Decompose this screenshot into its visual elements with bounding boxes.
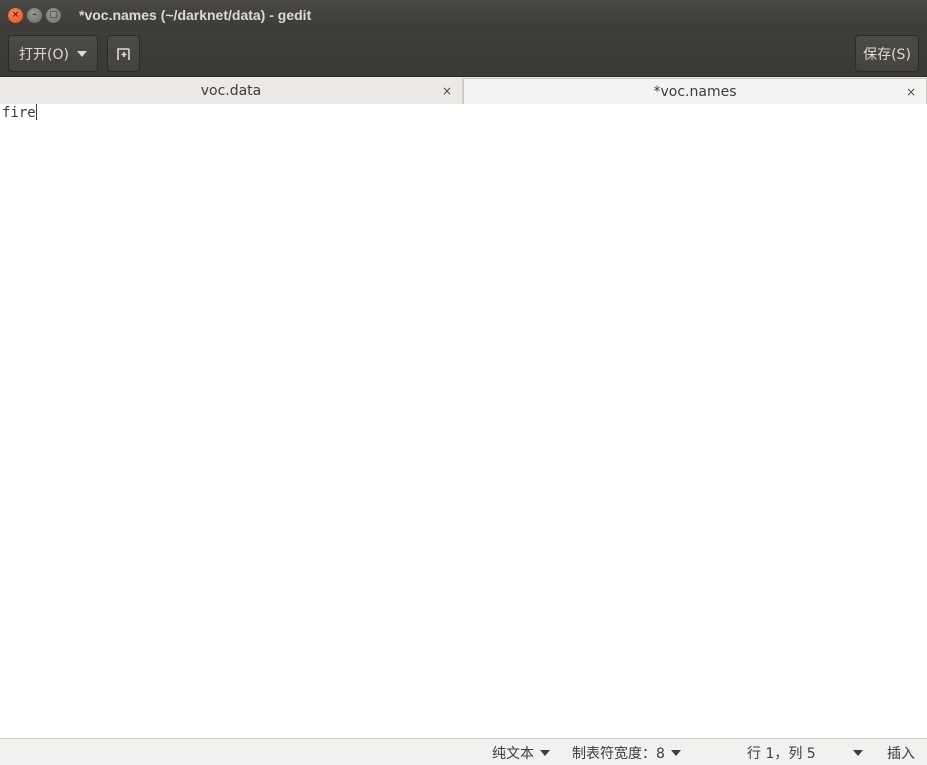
minimize-window-button[interactable]: – — [27, 7, 42, 23]
tab-width-selector[interactable]: 制表符宽度：8 — [572, 739, 681, 765]
open-button-label: 打开(O) — [19, 46, 69, 63]
insert-mode-indicator[interactable]: 插入 — [887, 739, 915, 765]
new-document-icon — [116, 47, 130, 60]
new-tab-button[interactable] — [107, 35, 140, 72]
tab-voc-names[interactable]: *voc.names × — [463, 78, 927, 104]
editor-content: fire — [2, 105, 36, 121]
open-button[interactable]: 打开(O) — [8, 35, 98, 72]
language-selector[interactable]: 纯文本 — [492, 739, 550, 765]
title-bar: × – □ *voc.names (~/darknet/data) - gedi… — [0, 0, 927, 30]
chevron-down-icon — [853, 749, 863, 756]
tab-width-label: 制表符宽度：8 — [572, 745, 665, 762]
tab-label: voc.data — [200, 82, 262, 99]
position-menu-button[interactable] — [853, 739, 863, 765]
editor-line[interactable]: fire — [2, 104, 37, 122]
tab-voc-data[interactable]: voc.data × — [0, 77, 463, 104]
window-title: *voc.names (~/darknet/data) - gedit — [79, 7, 312, 23]
status-bar: 纯文本 制表符宽度：8 行 1，列 5 插入 — [0, 738, 927, 765]
save-button[interactable]: 保存(S) — [855, 35, 919, 72]
cursor-position: 行 1，列 5 — [747, 739, 816, 765]
close-tab-icon[interactable]: × — [906, 85, 916, 99]
chevron-down-icon — [670, 749, 681, 756]
chevron-down-icon — [77, 50, 87, 57]
close-window-button[interactable]: × — [8, 7, 23, 23]
maximize-window-button[interactable]: □ — [46, 7, 61, 23]
window-controls: × – □ — [8, 7, 61, 23]
header-bar: 打开(O) 保存(S) — [0, 30, 927, 77]
text-editor[interactable]: fire — [0, 104, 927, 738]
language-label: 纯文本 — [492, 745, 534, 762]
tab-label: *voc.names — [653, 83, 737, 100]
chevron-down-icon — [540, 749, 550, 756]
insert-mode-label: 插入 — [887, 745, 915, 762]
cursor-position-label: 行 1，列 5 — [747, 745, 816, 762]
tab-bar: voc.data × *voc.names × — [0, 77, 927, 104]
text-caret — [35, 104, 37, 120]
close-tab-icon[interactable]: × — [442, 84, 452, 98]
